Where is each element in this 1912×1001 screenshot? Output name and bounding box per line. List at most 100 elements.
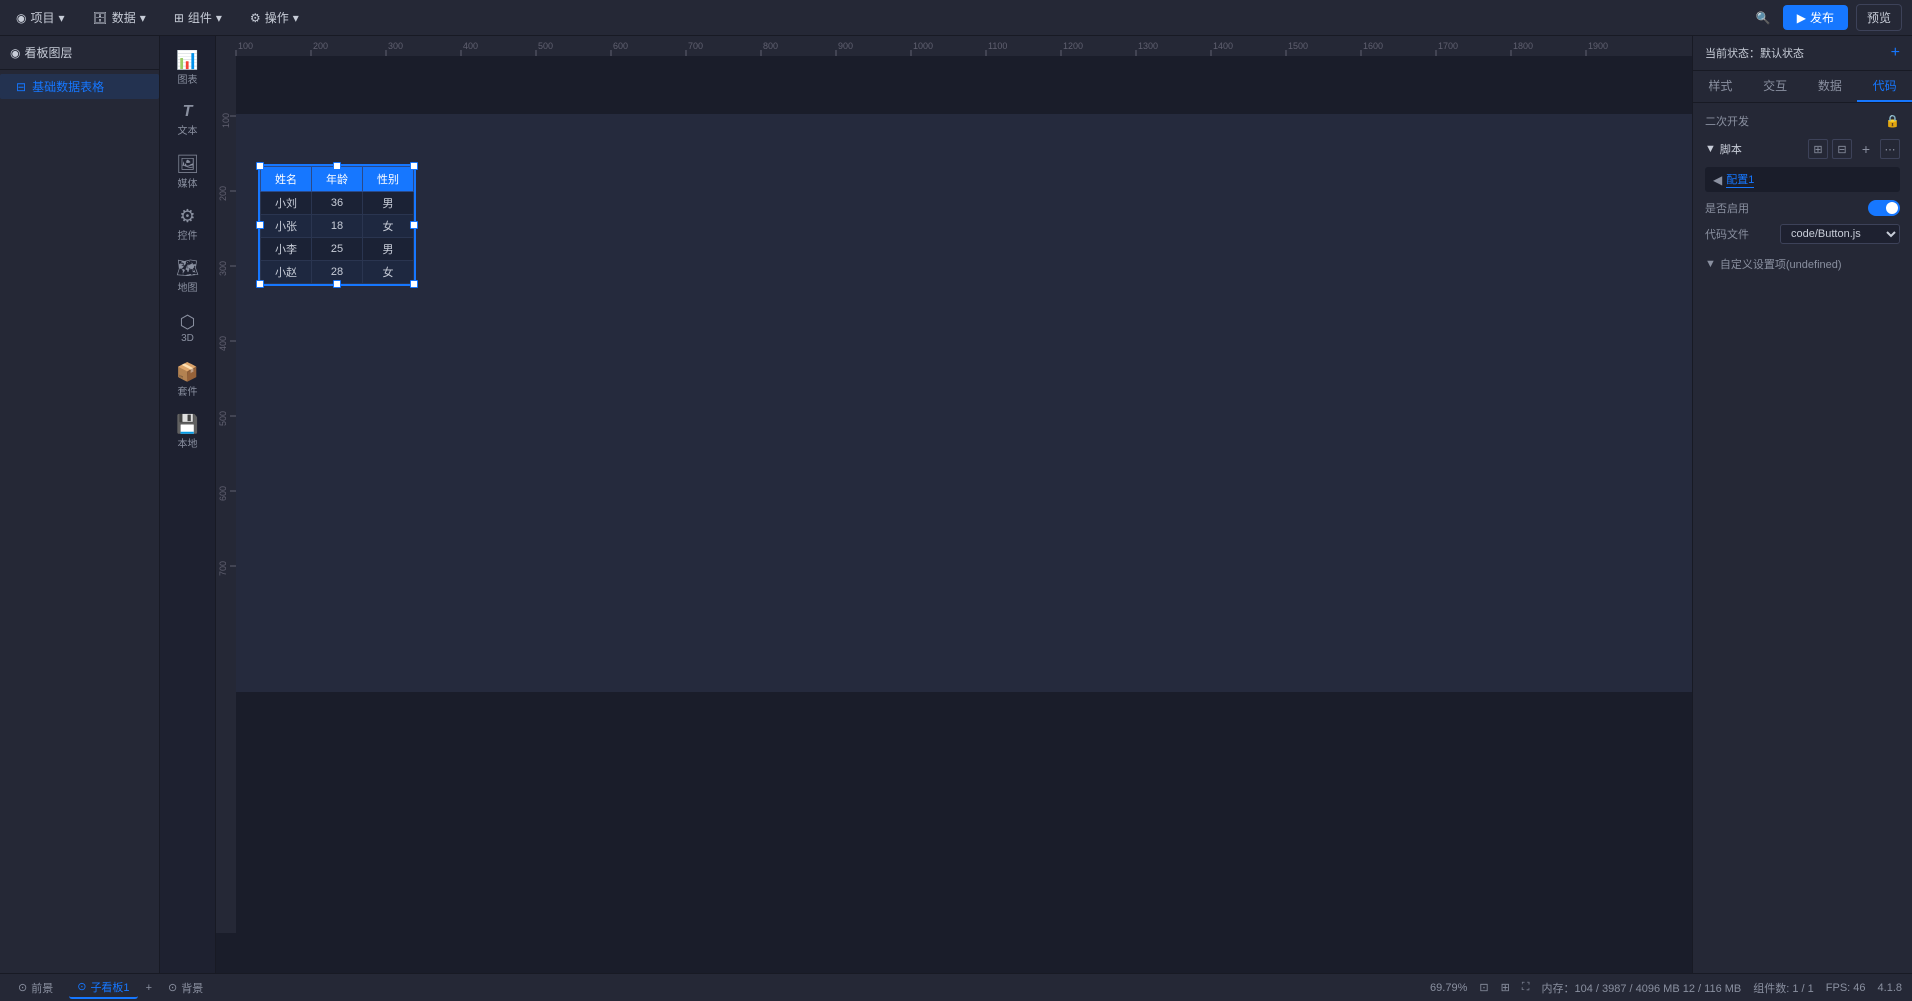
lock-icon[interactable]: 🔒	[1885, 114, 1900, 128]
kanban-title: 看板图层	[24, 44, 72, 61]
component-panel: 📊 图表 T 文本 🖼 媒体 ⚙ 控件 🗺 地图 ⬡ 3D 📦 套件 💾	[160, 36, 216, 973]
handle-bl[interactable]	[256, 280, 264, 288]
top-bar-right: 🔍 ▶ 发布 预览	[1752, 4, 1902, 31]
project-label: 项目	[30, 9, 54, 26]
enable-toggle[interactable]	[1868, 200, 1900, 216]
control-icon: ⚙	[179, 207, 195, 225]
menu-data[interactable]: 🗄 数据 ▾	[87, 5, 152, 30]
svg-text:300: 300	[388, 41, 403, 51]
handle-mr[interactable]	[410, 221, 418, 229]
comp-map[interactable]: 🗺 地图	[164, 252, 212, 300]
main-area: ◉ 看板图层 ⊟ 基础数据表格 📊 图表 T 文本 🖼 媒体 ⚙ 控件	[0, 36, 1912, 973]
table-cell-2-0: 小李	[261, 238, 312, 261]
script-grid-icon[interactable]: ⊞	[1808, 139, 1828, 159]
zoom-level: 69.79%	[1430, 982, 1467, 994]
comp-kit[interactable]: 📦 套件	[164, 356, 212, 404]
table-cell-0-1: 36	[312, 192, 363, 215]
page-tab-foreground[interactable]: ⊙ 前景	[10, 978, 61, 998]
canvas-area[interactable]: 100 200 300 400 500 600 700 800	[216, 36, 1692, 973]
memory-info: 内存：104 / 3987 / 4096 MB 12 / 116 MB	[1542, 980, 1742, 996]
search-icon[interactable]: 🔍	[1752, 7, 1775, 29]
background-label: 背景	[181, 980, 203, 996]
handle-tl[interactable]	[256, 162, 264, 170]
fullscreen-icon[interactable]: ⛶	[1522, 981, 1530, 994]
kit-icon: 📦	[176, 363, 198, 381]
chevron-right-icon: ▼	[1705, 258, 1716, 270]
menu-component[interactable]: ⊞ 组件 ▾	[168, 5, 228, 30]
table-label: 基础数据表格	[32, 78, 104, 95]
script-split-icon[interactable]: ⊟	[1832, 139, 1852, 159]
tab-style[interactable]: 样式	[1693, 71, 1748, 102]
publish-icon: ▶	[1797, 11, 1806, 25]
config-tab[interactable]: ◀ 配置1	[1705, 167, 1900, 192]
add-page-button[interactable]: +	[146, 982, 152, 994]
code-file-select[interactable]: code/Button.js	[1780, 224, 1900, 244]
comp-local[interactable]: 💾 本地	[164, 408, 212, 456]
threed-icon: ⬡	[180, 313, 196, 331]
handle-tm[interactable]	[333, 162, 341, 170]
publish-button[interactable]: ▶ 发布	[1783, 5, 1848, 30]
data-table: 姓名 年龄 性别 小刘36男小张18女小李25男小赵28女	[260, 166, 414, 284]
table-cell-3-0: 小赵	[261, 261, 312, 284]
svg-text:1600: 1600	[1363, 41, 1383, 51]
svg-text:200: 200	[313, 41, 328, 51]
svg-text:200: 200	[218, 186, 228, 201]
svg-text:900: 900	[838, 41, 853, 51]
tab-interaction[interactable]: 交互	[1748, 71, 1803, 102]
table-header-name: 姓名	[261, 167, 312, 192]
handle-br[interactable]	[410, 280, 418, 288]
sidebar-item-table[interactable]: ⊟ 基础数据表格	[0, 74, 159, 99]
add-state-button[interactable]: +	[1891, 44, 1900, 62]
svg-text:700: 700	[688, 41, 703, 51]
enable-row: 是否启用	[1705, 200, 1900, 216]
handle-bm[interactable]	[333, 280, 341, 288]
svg-text:500: 500	[538, 41, 553, 51]
script-add-button[interactable]: +	[1856, 139, 1876, 159]
chart-icon: 📊	[176, 51, 198, 69]
comp-control[interactable]: ⚙ 控件	[164, 200, 212, 248]
component-chevron: ▾	[216, 11, 222, 25]
tab-data[interactable]: 数据	[1803, 71, 1858, 102]
operation-chevron: ▾	[293, 11, 299, 25]
foreground-dot: ⊙	[18, 981, 27, 994]
project-chevron: ▾	[59, 11, 65, 25]
panel-header: 当前状态：默认状态 +	[1693, 36, 1912, 71]
control-label: 控件	[178, 227, 198, 242]
comp-chart[interactable]: 📊 图表	[164, 44, 212, 92]
comp-3d[interactable]: ⬡ 3D	[164, 304, 212, 352]
custom-settings-label: 自定义设置项(undefined)	[1720, 256, 1900, 272]
script-settings-icon[interactable]: ⋯	[1880, 139, 1900, 159]
text-icon: T	[183, 104, 193, 120]
custom-settings-section[interactable]: ▼ 自定义设置项(undefined)	[1705, 252, 1900, 276]
page-tab-background[interactable]: ⊙ 背景	[160, 978, 211, 998]
secondary-dev-label: 二次开发	[1705, 113, 1749, 129]
kanban-icon: ◉	[10, 46, 20, 60]
comp-media[interactable]: 🖼 媒体	[164, 148, 212, 196]
zoom-fit-icon[interactable]: ⊡	[1479, 981, 1488, 994]
comp-text[interactable]: T 文本	[164, 96, 212, 144]
component-label: 组件	[188, 9, 212, 26]
map-label: 地图	[178, 279, 198, 294]
table-row: 小刘36男	[261, 192, 414, 215]
grid-view-icon[interactable]: ⊞	[1501, 981, 1510, 994]
script-section: ▼ 脚本 ⊞ ⊟ + ⋯ ◀ 配置1	[1705, 139, 1900, 192]
svg-text:1200: 1200	[1063, 41, 1083, 51]
page-tab-subboard[interactable]: ⊙ 子看板1	[69, 977, 137, 999]
menu-operation[interactable]: ⚙ 操作 ▾	[244, 5, 305, 30]
preview-button[interactable]: 预览	[1856, 4, 1902, 31]
svg-text:1700: 1700	[1438, 41, 1458, 51]
data-icon: 🗄	[93, 11, 108, 25]
menu-project[interactable]: ◉ 项目 ▾	[10, 5, 71, 30]
svg-text:500: 500	[218, 411, 228, 426]
canvas-viewport[interactable]: 姓名 年龄 性别 小刘36男小张18女小李25男小赵28女	[236, 56, 1692, 933]
handle-ml[interactable]	[256, 221, 264, 229]
preview-label: 预览	[1867, 11, 1891, 25]
table-widget[interactable]: 姓名 年龄 性别 小刘36男小张18女小李25男小赵28女	[258, 164, 416, 286]
table-cell-2-2: 男	[363, 238, 414, 261]
sidebar-header: ◉ 看板图层	[0, 36, 159, 70]
media-label: 媒体	[178, 175, 198, 190]
handle-tr[interactable]	[410, 162, 418, 170]
page-tabs: ⊙ 前景 ⊙ 子看板1 + ⊙ 背景	[10, 977, 211, 999]
tab-code[interactable]: 代码	[1857, 71, 1912, 102]
ruler-horizontal: 100 200 300 400 500 600 700 800	[216, 36, 1692, 56]
